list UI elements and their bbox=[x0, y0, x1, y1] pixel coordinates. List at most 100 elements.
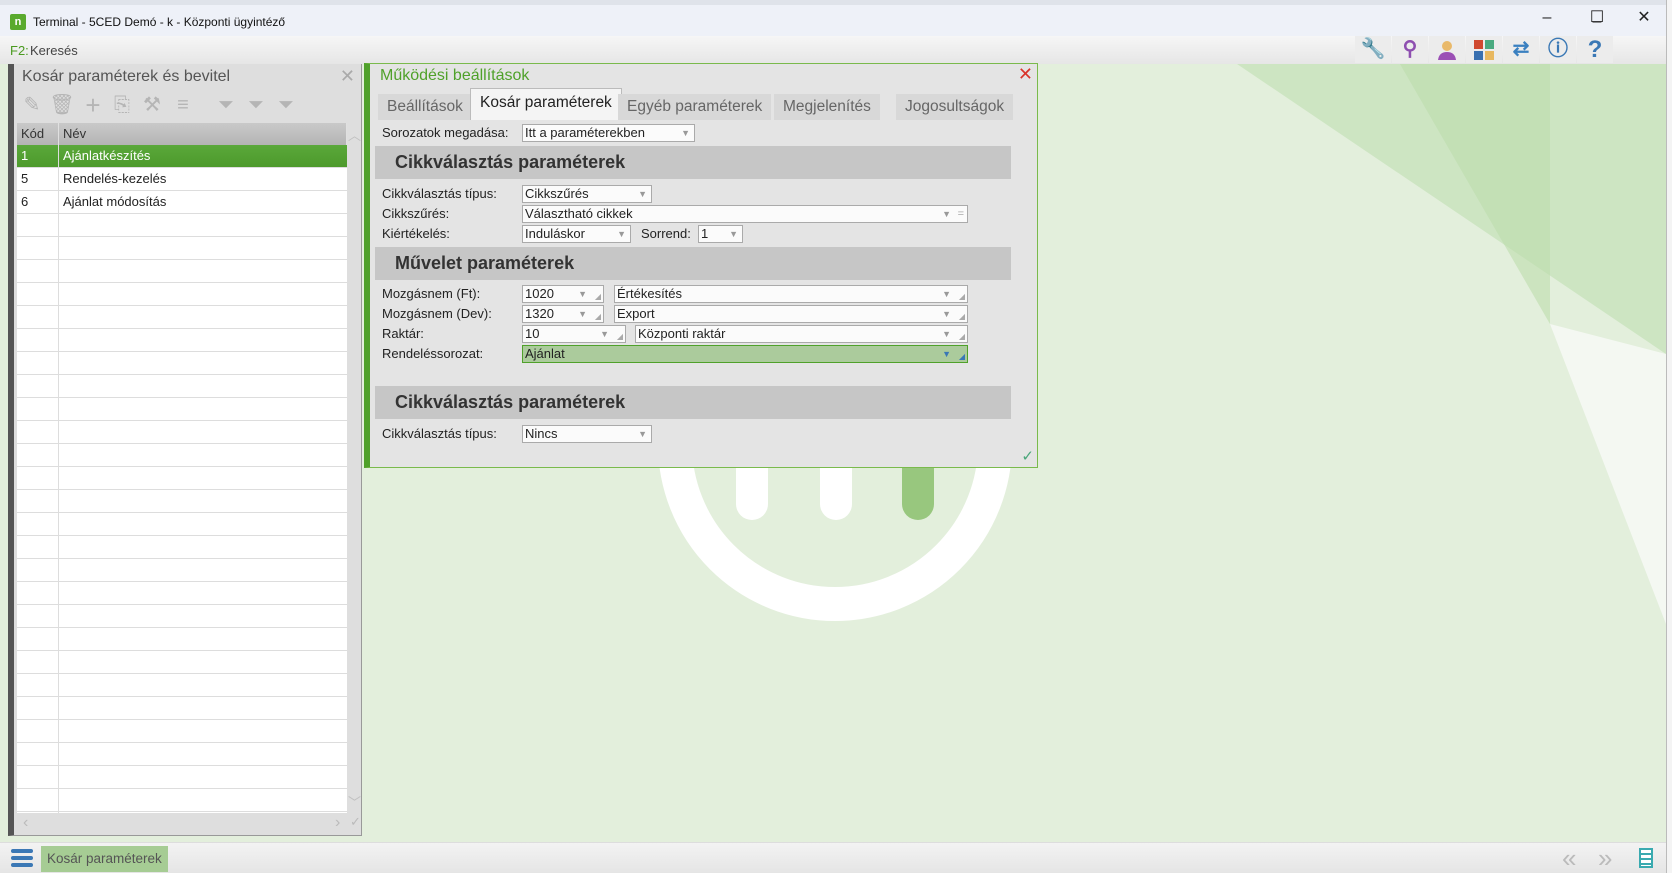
mozg-ft-name[interactable]: Értékesítés ▼ ◢ bbox=[614, 285, 968, 303]
empty-row bbox=[17, 237, 347, 260]
help-icon[interactable]: ? bbox=[1577, 36, 1613, 63]
tab-megjelenites[interactable]: Megjelenítés bbox=[774, 94, 880, 120]
sorozatok-select[interactable]: Itt a paraméterekben ▼ bbox=[522, 124, 695, 142]
tab-egyeb-parameterek[interactable]: Egyéb paraméterek bbox=[618, 94, 772, 120]
close-window-button[interactable]: ✕ bbox=[1624, 5, 1664, 31]
window-edge bbox=[1666, 0, 1672, 873]
mozg-ft-code[interactable]: 1020 ▼ ◢ bbox=[522, 285, 604, 303]
empty-row bbox=[17, 812, 347, 813]
resize-icon: ◢ bbox=[958, 312, 965, 321]
panel-title: Kosár paraméterek és bevitel bbox=[22, 68, 231, 85]
kiertekeles-select[interactable]: Induláskor ▼ bbox=[522, 225, 631, 243]
rendelessorozat-select[interactable]: Ajánlat ▼ ◢ bbox=[522, 345, 968, 363]
sorrend-label: Sorrend: bbox=[641, 226, 691, 241]
filter-icon[interactable]: ⏷ bbox=[213, 92, 239, 118]
resize-icon: ◢ bbox=[594, 312, 601, 321]
resize-icon: ◢ bbox=[958, 292, 965, 301]
mozg-dev-name[interactable]: Export ▼ ◢ bbox=[614, 305, 968, 323]
select-value: 10 bbox=[525, 326, 540, 341]
select-value: Központi raktár bbox=[638, 326, 726, 341]
empty-row bbox=[17, 352, 347, 375]
empty-row bbox=[17, 306, 347, 329]
chevron-down-icon: ▼ bbox=[942, 349, 951, 359]
search-icon[interactable]: ⚲ bbox=[1392, 36, 1428, 63]
notes-icon[interactable] bbox=[1639, 848, 1653, 868]
empty-row bbox=[17, 329, 347, 352]
add-icon[interactable]: + bbox=[80, 92, 106, 118]
empty-row bbox=[17, 214, 347, 237]
raktar-name[interactable]: Központi raktár ▼ ◢ bbox=[635, 325, 968, 343]
table-row[interactable]: 5 Rendelés-kezelés bbox=[17, 168, 347, 191]
settings-dialog: Működési beállítások ✕ Beállítások Kosár… bbox=[364, 63, 1038, 468]
cikk-tipus2-select[interactable]: Nincs ▼ bbox=[522, 425, 652, 443]
confirm-check-icon[interactable]: ✓ bbox=[1021, 447, 1034, 465]
modules-icon[interactable] bbox=[1466, 36, 1502, 63]
select-value: Értékesítés bbox=[617, 286, 683, 301]
empty-row bbox=[17, 720, 347, 743]
section-header: Művelet paraméterek bbox=[375, 247, 1011, 280]
cikk-tipus-select[interactable]: Cikkszűrés ▼ bbox=[522, 185, 652, 203]
delete-icon[interactable]: 🗑 bbox=[49, 92, 75, 118]
user-icon[interactable] bbox=[1429, 36, 1465, 63]
wrench-icon[interactable]: 🔧 bbox=[1355, 36, 1391, 63]
column-header-code[interactable]: Kód bbox=[17, 123, 59, 145]
tools-icon[interactable]: ⚒ bbox=[139, 92, 165, 118]
horizontal-scrollbar[interactable]: ‹ › ✓ bbox=[17, 814, 362, 834]
open-window-tab[interactable]: Kosár paraméterek bbox=[41, 846, 168, 872]
cell-name: Ajánlatkészítés bbox=[63, 148, 151, 163]
prev-icon[interactable]: « bbox=[1562, 843, 1576, 874]
table-row[interactable]: 1 Ajánlatkészítés bbox=[17, 145, 347, 168]
info-icon[interactable]: ⓘ bbox=[1540, 36, 1576, 63]
grid-header: Kód Név bbox=[17, 123, 347, 145]
cikk-tipus2-label: Cikkválasztás típus: bbox=[382, 426, 497, 441]
list-icon[interactable]: ≡ bbox=[170, 92, 196, 118]
select-value: Ajánlat bbox=[525, 346, 565, 361]
chevron-down-icon: ▼ bbox=[942, 329, 951, 339]
menu-icon[interactable] bbox=[11, 849, 33, 869]
column-header-name[interactable]: Név bbox=[59, 123, 347, 145]
search-label[interactable]: Keresés bbox=[30, 43, 78, 58]
select-value: Export bbox=[617, 306, 655, 321]
resize-icon: ◢ bbox=[958, 352, 965, 361]
mozg-dev-code[interactable]: 1320 ▼ ◢ bbox=[522, 305, 604, 323]
raktar-code[interactable]: 10 ▼ ◢ bbox=[522, 325, 626, 343]
clear-filter-icon[interactable]: ⏷ bbox=[243, 92, 269, 118]
select-value: Cikkszűrés bbox=[525, 186, 589, 201]
window-title: Terminal - 5CED Demó - k - Központi ügyi… bbox=[33, 15, 286, 29]
edit-icon[interactable]: ✎ bbox=[19, 92, 45, 118]
copy-icon[interactable]: ⎘ bbox=[109, 92, 135, 118]
sorozatok-label: Sorozatok megadása: bbox=[382, 125, 509, 140]
app-icon: n bbox=[10, 14, 26, 30]
dialog-close-icon[interactable]: ✕ bbox=[1018, 64, 1033, 85]
next-icon[interactable]: » bbox=[1598, 843, 1612, 874]
table-row[interactable]: 6 Ajánlat módosítás bbox=[17, 191, 347, 214]
empty-row bbox=[17, 651, 347, 674]
panel-close-icon[interactable]: ✕ bbox=[340, 66, 355, 87]
empty-row bbox=[17, 628, 347, 651]
tab-beallitasok[interactable]: Beállítások bbox=[378, 94, 472, 120]
tab-jogosultsagok[interactable]: Jogosultságok bbox=[896, 94, 1014, 120]
maximize-button[interactable]: ☐ bbox=[1577, 5, 1617, 31]
cikkszures-select[interactable]: Választható cikkek ▼ = bbox=[522, 205, 968, 223]
resize-icon: ◢ bbox=[594, 292, 601, 301]
sorrend-select[interactable]: 1 ▼ bbox=[698, 225, 743, 243]
chevron-down-icon: ▼ bbox=[942, 309, 951, 319]
empty-row bbox=[17, 490, 347, 513]
transfer-icon[interactable]: ⇄ bbox=[1503, 36, 1539, 63]
cell-code: 1 bbox=[17, 145, 59, 167]
empty-row bbox=[17, 559, 347, 582]
chevron-down-icon: ▼ bbox=[617, 229, 626, 239]
minimize-button[interactable]: – bbox=[1527, 5, 1567, 31]
chevron-down-icon: ▼ bbox=[729, 229, 738, 239]
filter-add-icon[interactable]: ⏷ bbox=[273, 92, 299, 118]
chevron-down-icon: ▼ bbox=[942, 209, 951, 219]
cell-code: 5 bbox=[17, 168, 59, 190]
section-header: Cikkválasztás paraméterek bbox=[375, 386, 1011, 419]
resize-icon: ◢ bbox=[616, 332, 623, 341]
vertical-scrollbar[interactable]: ︿ ﹀ bbox=[348, 123, 362, 813]
list-icon[interactable]: = bbox=[958, 206, 964, 222]
empty-row bbox=[17, 789, 347, 812]
tab-kosar-parameterek[interactable]: Kosár paraméterek bbox=[470, 88, 622, 120]
empty-row bbox=[17, 536, 347, 559]
bottom-taskbar: Kosár paraméterek « » bbox=[0, 842, 1666, 873]
